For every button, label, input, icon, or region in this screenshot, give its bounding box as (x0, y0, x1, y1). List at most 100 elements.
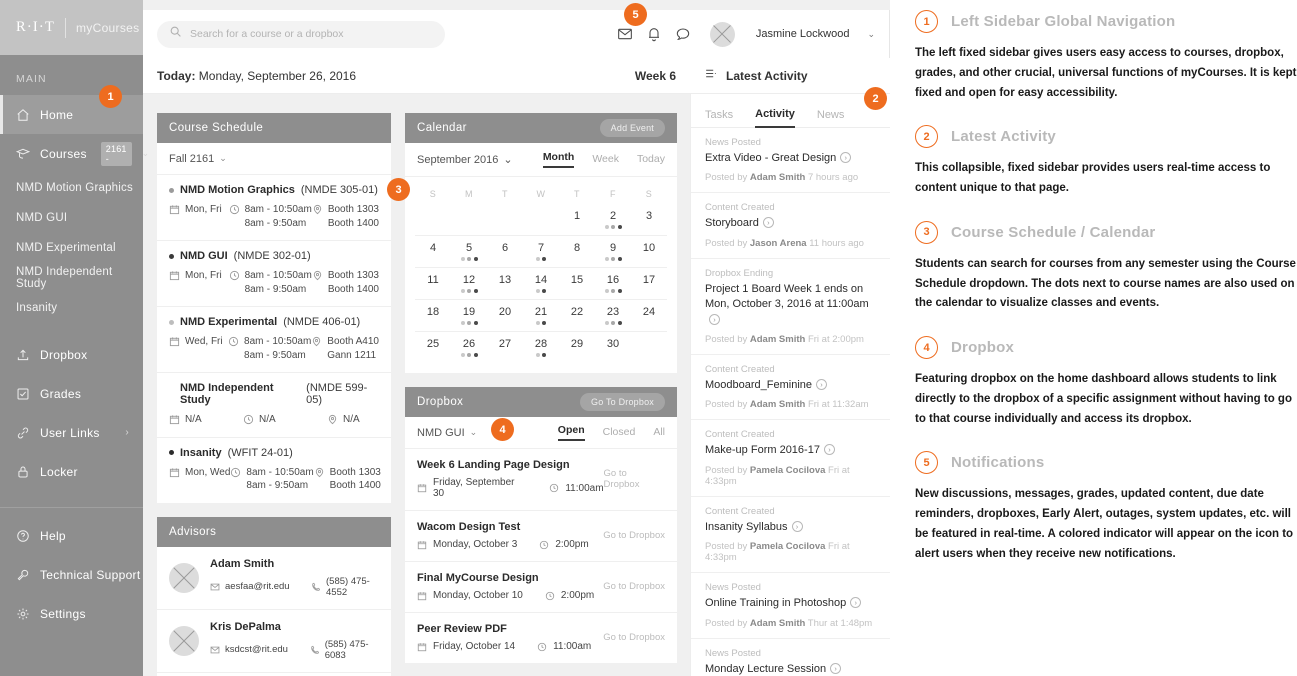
sidebar-item-home[interactable]: Home (0, 95, 143, 134)
calendar-day-cell[interactable]: 24 (631, 300, 667, 331)
activity-item[interactable]: Content Created Moodboard_Feminine › Posted… (691, 355, 890, 421)
activity-item[interactable]: Content Created Make-up Form 2016-17 › Post… (691, 420, 890, 497)
dropbox-item[interactable]: Final MyCourse Design Monday, October 10… (405, 562, 677, 613)
calendar-day-cell[interactable]: 26 (451, 332, 487, 363)
calendar-day-cell[interactable]: 20 (487, 300, 523, 331)
mail-icon[interactable] (617, 26, 633, 42)
calendar-day-cell[interactable]: 23 (595, 300, 631, 331)
calendar-day-cell[interactable]: 22 (559, 300, 595, 331)
tab-news[interactable]: News (817, 109, 845, 127)
course-row[interactable]: NMD Motion Graphics (NMDE 305-01) Mon, F… (157, 175, 391, 241)
chevron-right-circle-icon[interactable]: › (816, 378, 828, 390)
go-to-dropbox-button[interactable]: Go To Dropbox (580, 393, 665, 411)
activity-item[interactable]: Content Created Insanity Syllabus › Posted … (691, 497, 890, 574)
calendar-day-cell[interactable]: 1 (559, 204, 595, 235)
go-to-dropbox-link[interactable]: Go to Dropbox (603, 530, 665, 541)
calendar-day-cell[interactable]: 16 (595, 268, 631, 299)
calendar-day-cell[interactable]: 13 (487, 268, 523, 299)
course-row[interactable]: NMD Independent Study (NMDE 599-05) N/A … (157, 373, 391, 438)
go-to-dropbox-link[interactable]: Go to Dropbox (603, 632, 665, 643)
course-row[interactable]: NMD GUI (NMDE 302-01) Mon, Fri 8am - 10:… (157, 241, 391, 307)
chevron-down-icon[interactable]: ⌄ (867, 29, 875, 40)
calendar-day-cell[interactable]: 19 (451, 300, 487, 331)
advisor-row[interactable]: Kris DePalma ksdcst@rit.edu (585) 475-60… (157, 610, 391, 673)
chevron-down-icon[interactable]: ⌄ (470, 427, 478, 438)
sidebar-item-dropbox[interactable]: Dropbox (0, 335, 143, 374)
chevron-down-icon[interactable]: ⌄ (503, 153, 512, 166)
go-to-dropbox-link[interactable]: Go to Dropbox (603, 581, 665, 592)
course-row[interactable]: NMD Experimental (NMDE 406-01) Wed, Fri … (157, 307, 391, 373)
tab-all[interactable]: All (653, 426, 665, 439)
sidebar-course-item[interactable]: Insanity (0, 293, 143, 323)
sidebar-item-grades[interactable]: Grades (0, 374, 143, 413)
calendar-day-cell[interactable]: 10 (631, 236, 667, 267)
advisor-phone[interactable]: (585) 475-4552 (326, 576, 379, 598)
sidebar-course-item[interactable]: NMD Motion Graphics (0, 173, 143, 203)
sidebar-item-help[interactable]: Help (0, 516, 143, 555)
sidebar-item-settings[interactable]: Settings (0, 594, 143, 633)
advisor-email[interactable]: ksdcst@rit.edu (225, 644, 288, 655)
activity-item[interactable]: News Posted Online Training in Photoshop ›… (691, 573, 890, 639)
chevron-right-circle-icon[interactable]: › (709, 313, 720, 325)
dropbox-item[interactable]: Week 6 Landing Page Design Friday, Septe… (405, 449, 677, 511)
tab-activity[interactable]: Activity (755, 108, 795, 128)
tab-tasks[interactable]: Tasks (705, 109, 733, 127)
sidebar-item-courses[interactable]: Courses 2161 - ⌄ (0, 134, 149, 173)
advisor-row[interactable]: Jonathan Ntheketha jxnmcs@rit.edu (585) … (157, 673, 391, 676)
calendar-day-cell[interactable]: 4 (415, 236, 451, 267)
bell-icon[interactable] (646, 26, 662, 42)
calendar-day-cell[interactable]: 8 (559, 236, 595, 267)
calendar-day-cell[interactable]: 29 (559, 332, 595, 363)
calendar-view-week[interactable]: Week (592, 153, 619, 166)
dropbox-item[interactable]: Peer Review PDF Friday, October 14 11:00… (405, 613, 677, 663)
calendar-day-cell[interactable]: 18 (415, 300, 451, 331)
brand-logo[interactable]: R·I·T myCourses (0, 0, 143, 55)
calendar-day-cell[interactable]: 25 (415, 332, 451, 363)
calendar-day-cell[interactable]: 15 (559, 268, 595, 299)
term-badge[interactable]: 2161 - (100, 141, 132, 166)
chevron-right-circle-icon[interactable]: › (823, 444, 835, 456)
search-box[interactable] (157, 20, 445, 48)
dropbox-item[interactable]: Wacom Design Test Monday, October 3 2:00… (405, 511, 677, 562)
calendar-day-cell[interactable]: 11 (415, 268, 451, 299)
chat-icon[interactable] (675, 26, 691, 42)
sidebar-item-technical-support[interactable]: Technical Support (0, 555, 143, 594)
advisor-email[interactable]: aesfaa@rit.edu (225, 581, 290, 592)
activity-item[interactable]: Content Created Storyboard › Posted by Jaso… (691, 193, 890, 259)
activity-item[interactable]: News Posted Extra Video - Great Design › Po… (691, 128, 890, 194)
calendar-day-cell[interactable]: 9 (595, 236, 631, 267)
advisor-phone[interactable]: (585) 475-6083 (325, 639, 379, 661)
calendar-day-cell[interactable]: 6 (487, 236, 523, 267)
calendar-day-cell[interactable]: 3 (631, 204, 667, 235)
calendar-day-cell[interactable]: 30 (595, 332, 631, 363)
term-dropdown[interactable]: Fall 2161 ⌄ (157, 143, 391, 175)
list-icon[interactable] (704, 67, 717, 85)
go-to-dropbox-link[interactable]: Go to Dropbox (604, 468, 665, 490)
advisor-row[interactable]: Adam Smith aesfaa@rit.edu (585) 475-4552 (157, 547, 391, 610)
calendar-day-cell[interactable]: 21 (523, 300, 559, 331)
chevron-right-circle-icon[interactable]: › (791, 520, 803, 532)
calendar-day-cell[interactable]: 14 (523, 268, 559, 299)
calendar-day-cell[interactable]: 5 (451, 236, 487, 267)
sidebar-item-user-links[interactable]: User Links › (0, 413, 143, 452)
avatar[interactable] (709, 21, 735, 47)
calendar-day-cell[interactable]: 2 (595, 204, 631, 235)
activity-item[interactable]: News PostedMonday Lecture Session›Posted… (691, 639, 890, 676)
sidebar-course-item[interactable]: NMD Experimental (0, 233, 143, 263)
search-input[interactable] (190, 28, 433, 40)
calendar-month-label[interactable]: September 2016 (417, 154, 498, 166)
chevron-right-circle-icon[interactable]: › (762, 217, 774, 229)
dropbox-course-filter[interactable]: NMD GUI (417, 427, 465, 439)
chevron-right-circle-icon[interactable]: › (830, 662, 842, 674)
sidebar-course-item[interactable]: NMD GUI (0, 203, 143, 233)
chevron-right-circle-icon[interactable]: › (850, 597, 862, 609)
calendar-view-month[interactable]: Month (542, 151, 575, 168)
user-name[interactable]: Jasmine Lockwood (756, 28, 850, 40)
calendar-day-cell[interactable]: 27 (487, 332, 523, 363)
calendar-day-cell[interactable]: 17 (631, 268, 667, 299)
course-row[interactable]: Insanity (WFIT 24-01) Mon, Wed 8am - 10:… (157, 438, 391, 503)
calendar-day-cell[interactable]: 7 (523, 236, 559, 267)
activity-item[interactable]: Dropbox Ending Project 1 Board Week 1 end… (691, 259, 890, 355)
calendar-day-cell[interactable]: 12 (451, 268, 487, 299)
sidebar-course-item[interactable]: NMD Independent Study (0, 263, 143, 293)
